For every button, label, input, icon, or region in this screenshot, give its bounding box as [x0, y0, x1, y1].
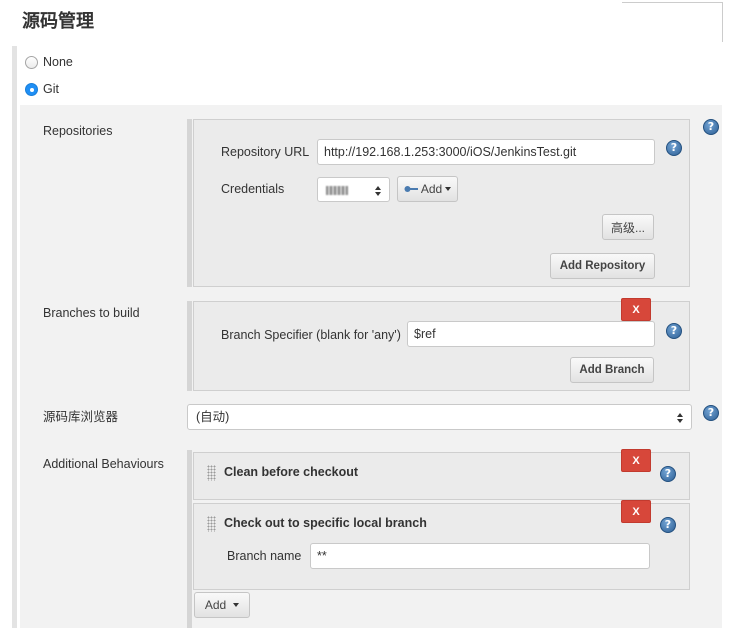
help-icon[interactable]: ? [703, 405, 719, 421]
help-icon[interactable]: ? [666, 140, 682, 156]
branch-name-label: Branch name [227, 549, 302, 563]
delete-behaviour-button[interactable]: X [621, 449, 651, 472]
drag-handle-icon[interactable] [207, 465, 216, 481]
branch-config-box: X Branch Specifier (blank for 'any') ? A… [187, 298, 690, 391]
panel-right-border [722, 2, 723, 42]
radio-git[interactable] [25, 83, 38, 96]
branch-specifier-label: Branch Specifier (blank for 'any') [221, 328, 401, 342]
section-divider [622, 2, 723, 3]
credentials-select[interactable] [317, 177, 390, 202]
radio-label-none[interactable]: None [43, 55, 73, 69]
add-repository-button[interactable]: Add Repository [550, 253, 655, 279]
repositories-label: Repositories [43, 124, 113, 138]
section-left-stripe [12, 46, 17, 628]
help-icon[interactable]: ? [660, 466, 676, 482]
behaviour-title: Clean before checkout [224, 465, 359, 479]
add-behaviour-button[interactable]: Add [194, 592, 250, 618]
credentials-label: Credentials [221, 182, 285, 196]
repository-url-label: Repository URL [221, 145, 310, 159]
add-credentials-button[interactable]: Add [397, 176, 458, 202]
credentials-redacted-value [326, 186, 348, 195]
delete-behaviour-button[interactable]: X [621, 500, 651, 523]
advanced-button[interactable]: 高级... [602, 214, 654, 240]
repository-browser-label: 源码库浏览器 [43, 410, 119, 424]
help-icon[interactable]: ? [703, 119, 719, 135]
repository-browser-value: (自动) [196, 410, 230, 424]
additional-behaviours-box: Clean before checkout X ? Check out to s… [187, 449, 690, 628]
add-branch-button[interactable]: Add Branch [570, 357, 654, 383]
help-icon[interactable]: ? [666, 323, 682, 339]
additional-behaviours-label: Additional Behaviours [43, 457, 164, 471]
section-title: 源码管理 [22, 11, 94, 31]
select-arrows-icon [677, 413, 684, 423]
branches-label: Branches to build [43, 306, 140, 320]
behaviour-item: Check out to specific local branch X ? B… [193, 500, 690, 590]
help-icon[interactable]: ? [660, 517, 676, 533]
add-behaviour-label: Add [204, 598, 227, 612]
radio-none[interactable] [25, 56, 38, 69]
behaviour-item: Clean before checkout X ? [193, 449, 690, 500]
repository-url-input[interactable] [317, 139, 655, 165]
branch-specifier-input[interactable] [407, 321, 655, 347]
branch-name-input[interactable] [310, 543, 650, 569]
behaviour-title: Check out to specific local branch [224, 516, 427, 530]
repository-browser-select[interactable]: (自动) [187, 404, 692, 430]
chevron-down-icon [445, 187, 452, 191]
key-icon [404, 186, 418, 192]
add-credentials-label: Add [420, 182, 443, 196]
radio-label-git[interactable]: Git [43, 82, 59, 96]
drag-handle-icon[interactable] [207, 516, 216, 532]
chevron-down-icon [233, 603, 240, 607]
select-arrows-icon [375, 186, 382, 196]
repository-config-box: Repository URL ? Credentials Add 高级... A… [187, 119, 690, 287]
delete-branch-button[interactable]: X [621, 298, 651, 321]
